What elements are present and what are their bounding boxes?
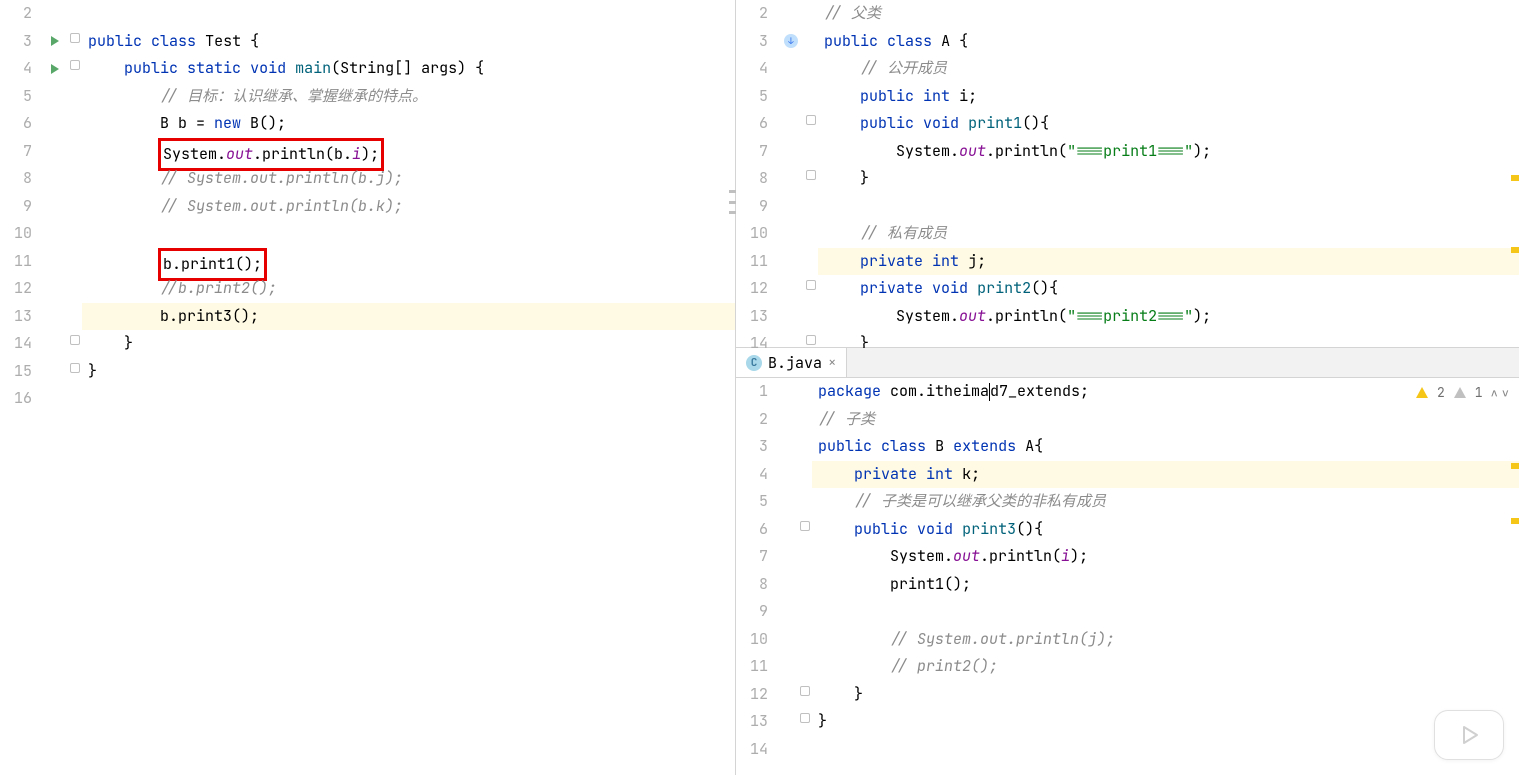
fold-marker[interactable] bbox=[70, 363, 80, 373]
run-gutter-icon[interactable] bbox=[42, 55, 68, 83]
play-video-button[interactable] bbox=[1434, 710, 1504, 760]
fold-marker[interactable] bbox=[800, 713, 810, 723]
fold-marker[interactable] bbox=[70, 60, 80, 70]
next-highlight-icon[interactable]: ∨ bbox=[1502, 385, 1509, 401]
right-bottom-editor-pane: C B.java × 1234567891011121314 bbox=[736, 348, 1519, 775]
fold-marker[interactable] bbox=[800, 686, 810, 696]
class-file-icon: C bbox=[746, 355, 762, 371]
line-numbers-left: 2345678910111213141516 bbox=[0, 0, 42, 775]
line-numbers-right-top: 234567891011121314 bbox=[736, 0, 778, 347]
close-icon[interactable]: × bbox=[828, 354, 836, 372]
fold-marker[interactable] bbox=[70, 335, 80, 345]
tab-b-java[interactable]: C B.java × bbox=[736, 348, 847, 377]
fold-marker[interactable] bbox=[70, 33, 80, 43]
code-area-left[interactable]: public class Test { public static void m… bbox=[82, 0, 735, 775]
fold-marker[interactable] bbox=[806, 335, 816, 345]
code-area-right-top[interactable]: // 父类 public class A { // 公开成员 public in… bbox=[818, 0, 1519, 347]
line-numbers-right-bottom: 1234567891011121314 bbox=[736, 378, 778, 775]
fold-marker[interactable] bbox=[806, 280, 816, 290]
fold-marker[interactable] bbox=[806, 170, 816, 180]
inspections-widget[interactable]: 2 1 ∧ ∨ bbox=[1415, 384, 1509, 401]
right-top-editor-pane: 234567891011121314 // 父类 bbox=[736, 0, 1519, 348]
code-area-right-bottom[interactable]: 2 1 ∧ ∨ package com.itheimad7_extends; /… bbox=[812, 378, 1519, 775]
fold-marker[interactable] bbox=[800, 521, 810, 531]
prev-highlight-icon[interactable]: ∧ bbox=[1491, 385, 1498, 401]
tab-label: B.java bbox=[768, 353, 822, 373]
left-editor-pane: 2345678910111213141516 publ bbox=[0, 0, 736, 775]
weak-warning-icon bbox=[1453, 386, 1467, 400]
warning-icon bbox=[1415, 386, 1429, 400]
fold-marker[interactable] bbox=[806, 115, 816, 125]
override-gutter-icon[interactable] bbox=[778, 28, 804, 56]
run-gutter-icon[interactable] bbox=[42, 28, 68, 56]
